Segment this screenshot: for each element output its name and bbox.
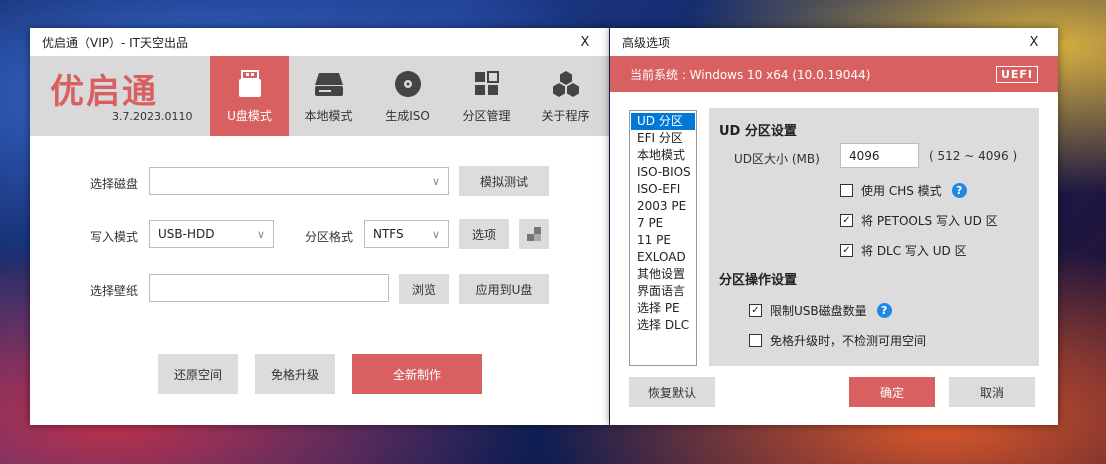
petools-checkbox[interactable]: ✓ 将 PETOOLS 写入 UD 区 (840, 212, 998, 229)
chs-mode-checkbox[interactable]: 使用 CHS 模式 ? (840, 182, 967, 199)
nav-item[interactable]: 其他设置 (631, 266, 695, 283)
tab-label: 分区管理 (462, 109, 511, 123)
partition-format-label: 分区格式 (305, 230, 354, 244)
nav-item[interactable]: 选择 DLC (631, 317, 695, 334)
checkbox-box: ✓ (840, 214, 853, 227)
tab-usb-mode[interactable]: U盘模式 (210, 56, 289, 136)
select-disk-label: 选择磁盘 (90, 177, 139, 191)
nav-item[interactable]: 11 PE (631, 232, 695, 249)
adv-close-button[interactable]: X (1010, 35, 1058, 50)
dlc-label: 将 DLC 写入 UD 区 (861, 244, 967, 258)
nav-item[interactable]: ISO-BIOS (631, 164, 695, 181)
cancel-button[interactable]: 取消 (949, 377, 1035, 407)
nav-item[interactable]: 7 PE (631, 215, 695, 232)
main-window-title: 优启通（VIP）- IT天空出品 (42, 35, 188, 50)
advanced-options-window: 高级选项 X 当前系统 : Windows 10 x64 (10.0.19044… (610, 28, 1058, 425)
tab-generate-iso[interactable]: 生成ISO (368, 56, 447, 136)
tab-label: 本地模式 (304, 109, 353, 123)
system-info-bar: 当前系统 : Windows 10 x64 (10.0.19044) UEFI (610, 56, 1058, 92)
limit-usb-label: 限制USB磁盘数量 (770, 304, 867, 318)
write-mode-value: USB-HDD (158, 227, 215, 241)
nav-item[interactable]: 本地模式 (631, 147, 695, 164)
adv-titlebar: 高级选项 X (610, 28, 1058, 56)
ud-size-range: ( 512 ~ 4096 ) (929, 149, 1018, 163)
system-info-text: 当前系统 : Windows 10 x64 (10.0.19044) (630, 67, 871, 82)
disc-icon (393, 69, 423, 99)
checker-icon (527, 227, 541, 241)
options-button[interactable]: 选项 (459, 219, 509, 249)
chevron-down-icon: ∨ (431, 227, 440, 241)
adv-window-title: 高级选项 (622, 35, 671, 50)
partition-section-title: 分区操作设置 (719, 273, 798, 288)
nav-item[interactable]: ISO-EFI (631, 181, 695, 198)
app-logo: 优启通 3.7.2023.0110 (30, 56, 210, 136)
settings-nav-list[interactable]: UD 分区 EFI 分区 本地模式 ISO-BIOS ISO-EFI 2003 PE 7 P… (629, 110, 697, 366)
ok-button[interactable]: 确定 (849, 377, 935, 407)
write-mode-label: 写入模式 (90, 230, 139, 244)
skip-space-check-checkbox[interactable]: 免格升级时，不检测可用空间 (749, 332, 926, 349)
checkbox-box: ✓ (840, 244, 853, 257)
write-mode-dropdown[interactable]: USB-HDD ∨ (149, 220, 274, 248)
partition-format-dropdown[interactable]: NTFS ∨ (364, 220, 449, 248)
version-label: 3.7.2023.0110 (112, 110, 193, 123)
ud-section-title: UD 分区设置 (719, 124, 797, 139)
nav-item[interactable]: 2003 PE (631, 198, 695, 215)
hard-disk-icon (314, 69, 344, 99)
checkbox-box: ✓ (749, 304, 762, 317)
tab-label: 关于程序 (541, 109, 590, 123)
tab-partition-manager[interactable]: 分区管理 (447, 56, 526, 136)
nav-item[interactable]: EFI 分区 (631, 130, 695, 147)
format-free-upgrade-button[interactable]: 免格升级 (255, 354, 335, 394)
nav-item[interactable]: UD 分区 (631, 113, 695, 130)
nav-item[interactable]: 选择 PE (631, 300, 695, 317)
main-titlebar: 优启通（VIP）- IT天空出品 X (30, 28, 609, 56)
color-picker-button[interactable] (519, 219, 549, 249)
restore-default-button[interactable]: 恢复默认 (629, 377, 715, 407)
nav-item[interactable]: EXLOAD (631, 249, 695, 266)
chevron-down-icon: ∨ (431, 174, 440, 188)
create-new-button[interactable]: 全新制作 (352, 354, 482, 394)
tab-label: 生成ISO (385, 109, 430, 123)
tab-local-mode[interactable]: 本地模式 (289, 56, 368, 136)
apply-to-usb-button[interactable]: 应用到U盘 (459, 274, 549, 304)
wallpaper-label: 选择壁纸 (90, 284, 139, 298)
logo-text: 优启通 (50, 72, 158, 112)
main-header: 优启通 3.7.2023.0110 U盘模式 本地模式 生成ISO 分区管理 关… (30, 56, 609, 136)
hexagon-cluster-icon (551, 69, 581, 99)
select-disk-dropdown[interactable]: ∨ (149, 167, 449, 195)
limit-usb-checkbox[interactable]: ✓ 限制USB磁盘数量 ? (749, 302, 892, 319)
nav-item[interactable]: 界面语言 (631, 283, 695, 300)
wallpaper-input[interactable] (149, 274, 389, 302)
ud-size-input[interactable]: 4096 (840, 143, 919, 168)
restore-space-button[interactable]: 还原空间 (158, 354, 238, 394)
checkbox-box (749, 334, 762, 347)
simulate-test-button[interactable]: 模拟测试 (459, 166, 549, 196)
tab-about[interactable]: 关于程序 (526, 56, 605, 136)
checkbox-box (840, 184, 853, 197)
petools-label: 将 PETOOLS 写入 UD 区 (861, 214, 998, 228)
help-icon[interactable]: ? (951, 183, 967, 198)
partition-grid-icon (472, 69, 502, 99)
help-icon[interactable]: ? (876, 303, 892, 318)
browse-button[interactable]: 浏览 (399, 274, 449, 304)
skip-space-check-label: 免格升级时，不检测可用空间 (770, 334, 927, 348)
main-close-button[interactable]: X (561, 35, 609, 50)
main-window: 优启通（VIP）- IT天空出品 X 优启通 3.7.2023.0110 U盘模… (30, 28, 609, 425)
dlc-checkbox[interactable]: ✓ 将 DLC 写入 UD 区 (840, 242, 967, 259)
chevron-down-icon: ∨ (256, 227, 265, 241)
uefi-badge: UEFI (995, 65, 1038, 83)
chs-mode-label: 使用 CHS 模式 (861, 184, 942, 198)
partition-format-value: NTFS (373, 227, 404, 241)
settings-panel: UD 分区设置 UD区大小 (MB) 4096 ( 512 ~ 4096 ) 使… (709, 108, 1039, 366)
tab-label: U盘模式 (227, 109, 272, 123)
ud-size-label: UD区大小 (MB) (734, 152, 820, 166)
usb-drive-icon (235, 69, 265, 99)
